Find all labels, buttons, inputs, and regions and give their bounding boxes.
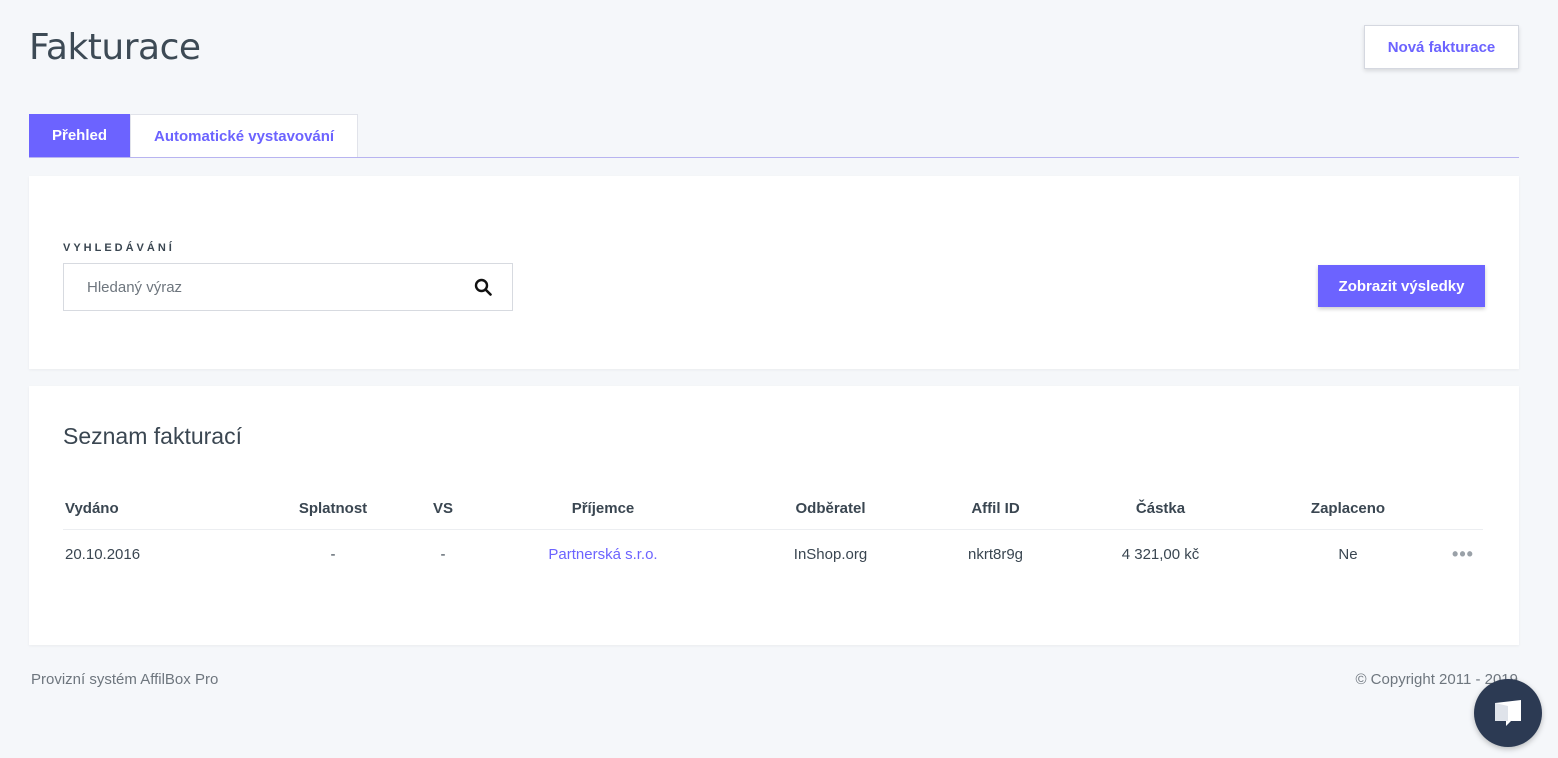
column-header-issued[interactable]: Vydáno xyxy=(63,486,243,530)
column-header-due[interactable]: Splatnost xyxy=(263,486,403,530)
cell-vs: - xyxy=(440,545,446,563)
row-actions: ••• xyxy=(1443,532,1483,576)
new-invoice-button[interactable]: Nová fakturace xyxy=(1364,25,1519,69)
invoice-list-card: Seznam fakturací Vydáno Splatnost VS Pří… xyxy=(29,386,1519,645)
cell-affil-id: nkrt8r9g xyxy=(967,545,1024,563)
column-header-paid[interactable]: Zaplaceno xyxy=(1263,486,1433,530)
search-input[interactable] xyxy=(64,264,464,310)
chat-icon xyxy=(1495,700,1521,726)
recipient-link[interactable]: Partnerská s.r.o. xyxy=(548,546,657,563)
search-label: VYHLEDÁVÁNÍ xyxy=(63,242,175,254)
search-card: VYHLEDÁVÁNÍ Zobrazit výsledky xyxy=(29,176,1519,369)
column-header-affil-id[interactable]: Affil ID xyxy=(943,486,1048,530)
column-header-customer[interactable]: Odběratel xyxy=(733,486,928,530)
table-row: 20.10.2016 - - Partnerská s.r.o. InShop.… xyxy=(63,532,1483,576)
page-title: Fakturace xyxy=(29,27,201,68)
footer-brand: Provizní systém AffilBox Pro xyxy=(31,671,219,688)
cell-issued: 20.10.2016 xyxy=(65,545,141,563)
more-actions-icon[interactable]: ••• xyxy=(1452,544,1474,565)
search-icon[interactable] xyxy=(474,278,492,296)
column-header-amount[interactable]: Částka xyxy=(1073,486,1248,530)
cell-due: - xyxy=(330,545,336,563)
chat-button[interactable] xyxy=(1474,679,1542,747)
column-header-vs[interactable]: VS xyxy=(403,486,483,530)
search-box xyxy=(63,263,513,311)
cell-amount: 4 321,00 kč xyxy=(1121,545,1200,563)
column-header-recipient[interactable]: Příjemce xyxy=(503,486,703,530)
cell-paid: Ne xyxy=(1338,545,1358,563)
cell-recipient: Partnerská s.r.o. xyxy=(503,532,703,576)
list-title: Seznam fakturací xyxy=(63,423,242,449)
tab-automatic-issuing[interactable]: Automatické vystavování xyxy=(130,114,359,157)
table-header: Vydáno Splatnost VS Příjemce Odběratel A… xyxy=(63,486,1483,530)
tab-overview[interactable]: Přehled xyxy=(29,114,131,157)
show-results-button[interactable]: Zobrazit výsledky xyxy=(1318,265,1485,307)
cell-customer: InShop.org xyxy=(793,545,868,563)
tabs: Přehled Automatické vystavování xyxy=(29,114,1519,158)
